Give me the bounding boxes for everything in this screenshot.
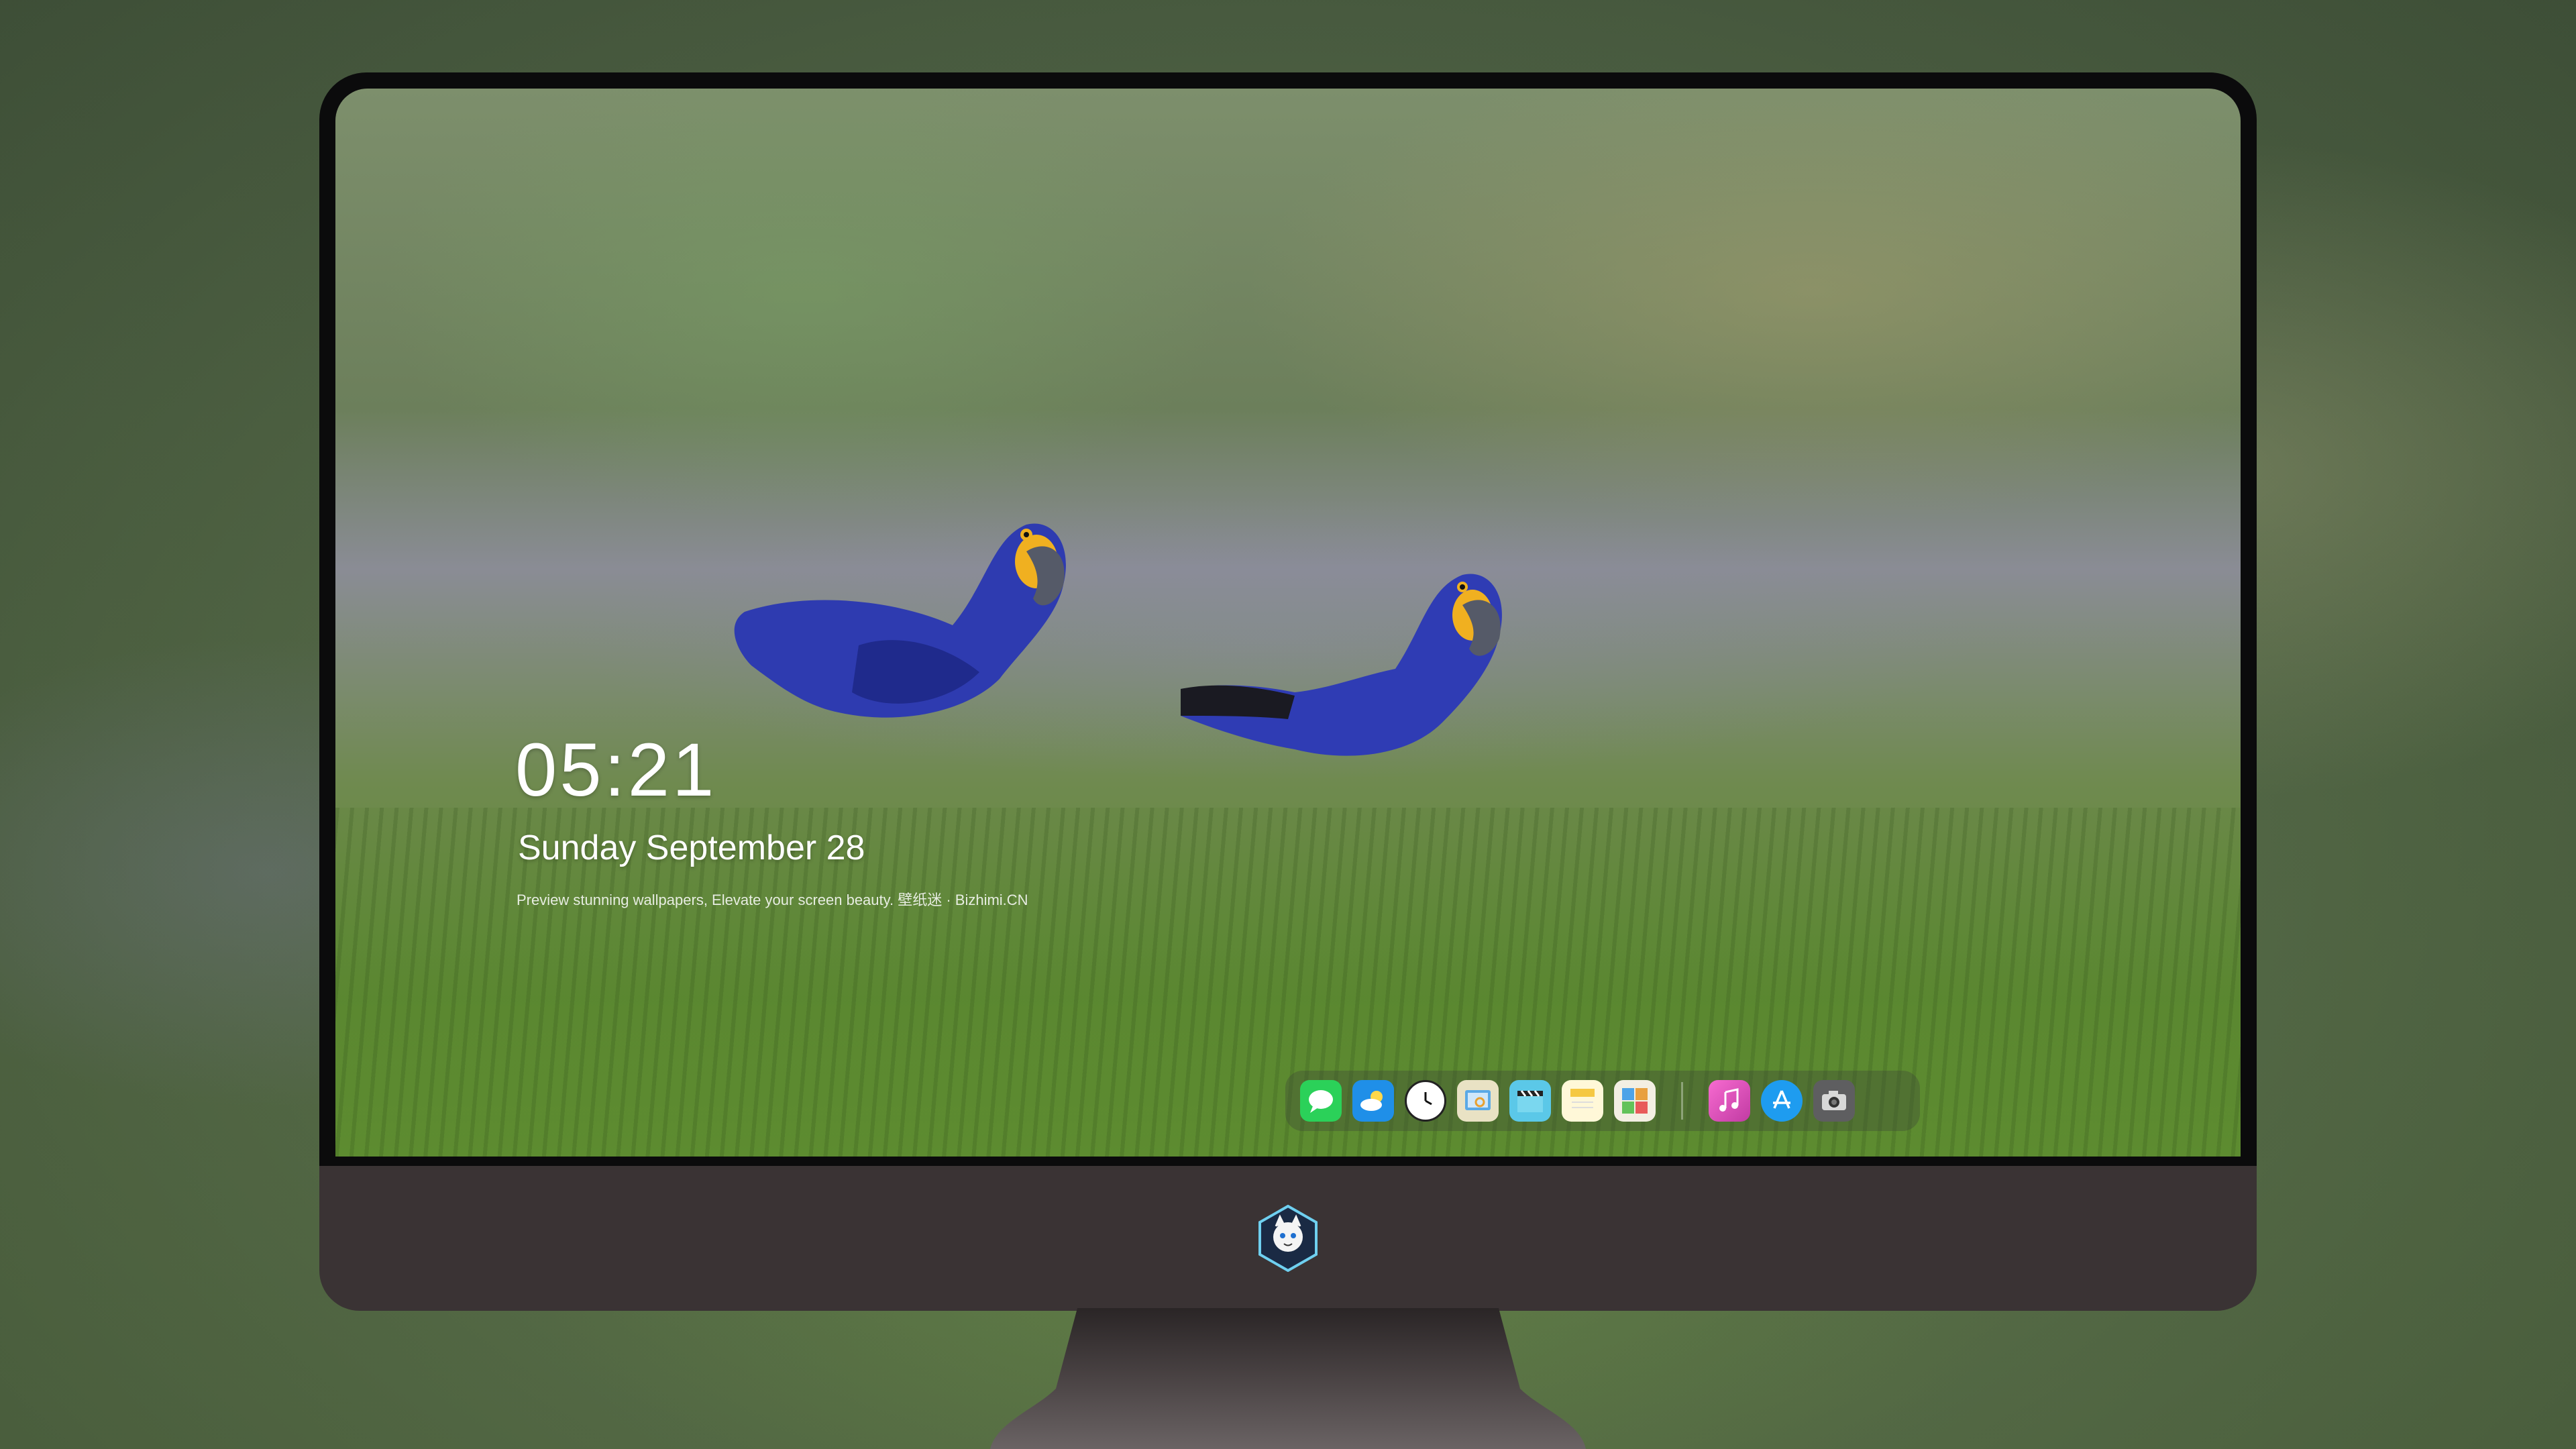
monitor-chin bbox=[319, 1166, 2257, 1311]
monitor-stand bbox=[990, 1308, 1586, 1449]
wallpaper-caption: Preview stunning wallpapers, Elevate you… bbox=[517, 892, 1028, 908]
monitor: 05:21 Sunday September 28 Preview stunni… bbox=[319, 72, 2257, 1311]
parrot-right bbox=[1181, 574, 1502, 756]
parrot-left bbox=[734, 523, 1066, 718]
app-store-icon[interactable] bbox=[1761, 1080, 1803, 1122]
monitor-bezel: 05:21 Sunday September 28 Preview stunni… bbox=[319, 72, 2257, 1166]
clock-icon[interactable] bbox=[1405, 1080, 1446, 1122]
messages-icon[interactable] bbox=[1300, 1080, 1342, 1122]
clapperboard-icon[interactable] bbox=[1509, 1080, 1551, 1122]
music-note-icon[interactable] bbox=[1709, 1080, 1750, 1122]
camera-icon[interactable] bbox=[1813, 1080, 1855, 1122]
notes-icon[interactable] bbox=[1562, 1080, 1603, 1122]
weather-icon[interactable] bbox=[1352, 1080, 1394, 1122]
lock-screen[interactable]: 05:21 Sunday September 28 Preview stunni… bbox=[335, 89, 2241, 1157]
lock-date: Sunday September 28 bbox=[518, 828, 865, 867]
lock-time: 05:21 bbox=[515, 728, 717, 812]
mascot-logo bbox=[1258, 1205, 1318, 1272]
dock-separator bbox=[1681, 1082, 1683, 1120]
photo-viewer-icon[interactable] bbox=[1457, 1080, 1499, 1122]
photo-collage-icon[interactable] bbox=[1614, 1080, 1656, 1122]
dock bbox=[1285, 1071, 1920, 1131]
